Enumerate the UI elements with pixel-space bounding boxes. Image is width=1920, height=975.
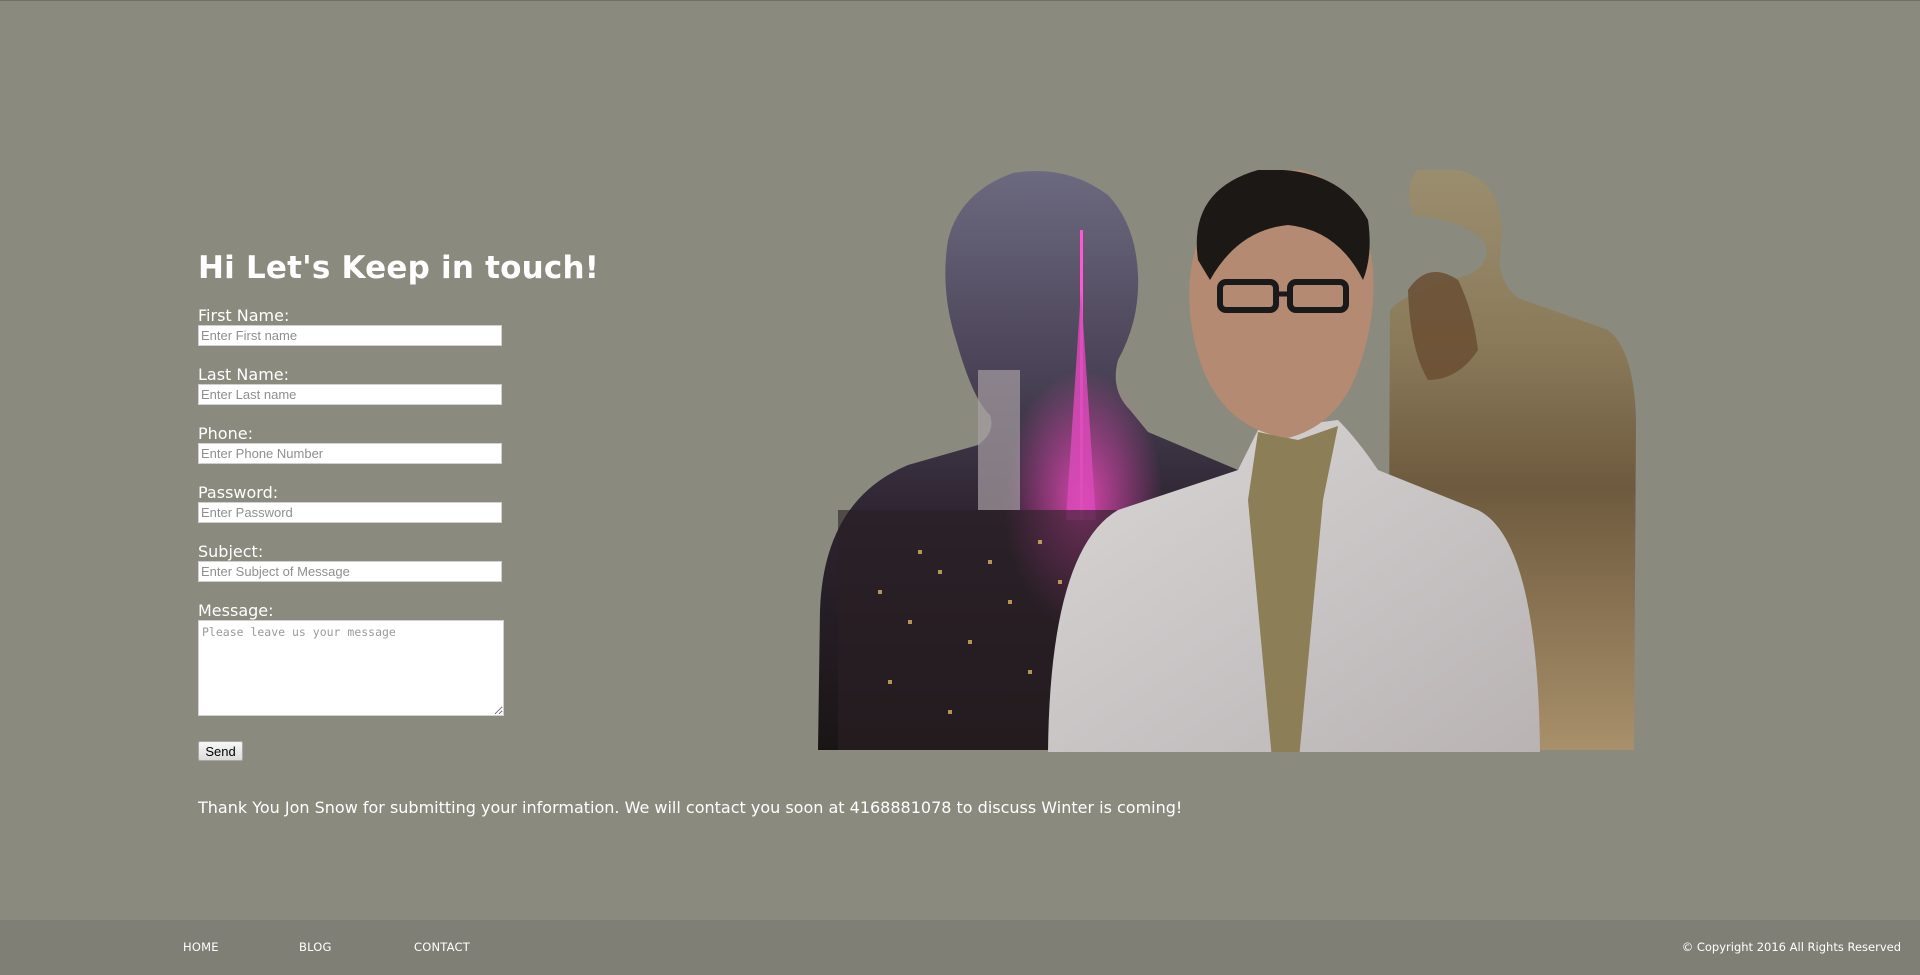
password-field: Password: [198, 484, 502, 523]
page-title: Hi Let's Keep in touch! [198, 250, 600, 286]
copyright-text: © Copyright 2016 All Rights Reserved [1681, 940, 1901, 954]
message-textarea[interactable] [198, 620, 504, 716]
password-input[interactable] [198, 502, 502, 523]
first-name-input[interactable] [198, 325, 502, 346]
first-name-label: First Name: [198, 306, 290, 325]
hero-silhouettes [818, 170, 1820, 752]
subject-input[interactable] [198, 561, 502, 582]
phone-field: Phone: [198, 425, 502, 464]
first-name-field: First Name: [198, 307, 502, 346]
last-name-label: Last Name: [198, 365, 290, 384]
footer-link-home[interactable]: HOME [183, 940, 219, 954]
building [978, 370, 1020, 510]
phone-input[interactable] [198, 443, 502, 464]
last-name-field: Last Name: [198, 366, 502, 405]
password-label: Password: [198, 483, 279, 502]
top-border [0, 0, 1920, 1]
subject-field: Subject: [198, 543, 502, 582]
footer: HOME BLOG CONTACT © Copyright 2016 All R… [0, 920, 1920, 975]
phone-label: Phone: [198, 424, 253, 443]
last-name-input[interactable] [198, 384, 502, 405]
contact-form: Hi Let's Keep in touch! First Name: Last… [198, 248, 1182, 817]
message-label: Message: [198, 601, 274, 620]
subject-label: Subject: [198, 542, 264, 561]
silhouette-collage [818, 170, 1636, 752]
confirmation-message: Thank You Jon Snow for submitting your i… [198, 798, 1183, 817]
send-button[interactable]: Send [198, 741, 243, 761]
footer-link-contact[interactable]: CONTACT [414, 940, 470, 954]
footer-link-blog[interactable]: BLOG [299, 940, 332, 954]
message-field: Message: [198, 602, 504, 716]
